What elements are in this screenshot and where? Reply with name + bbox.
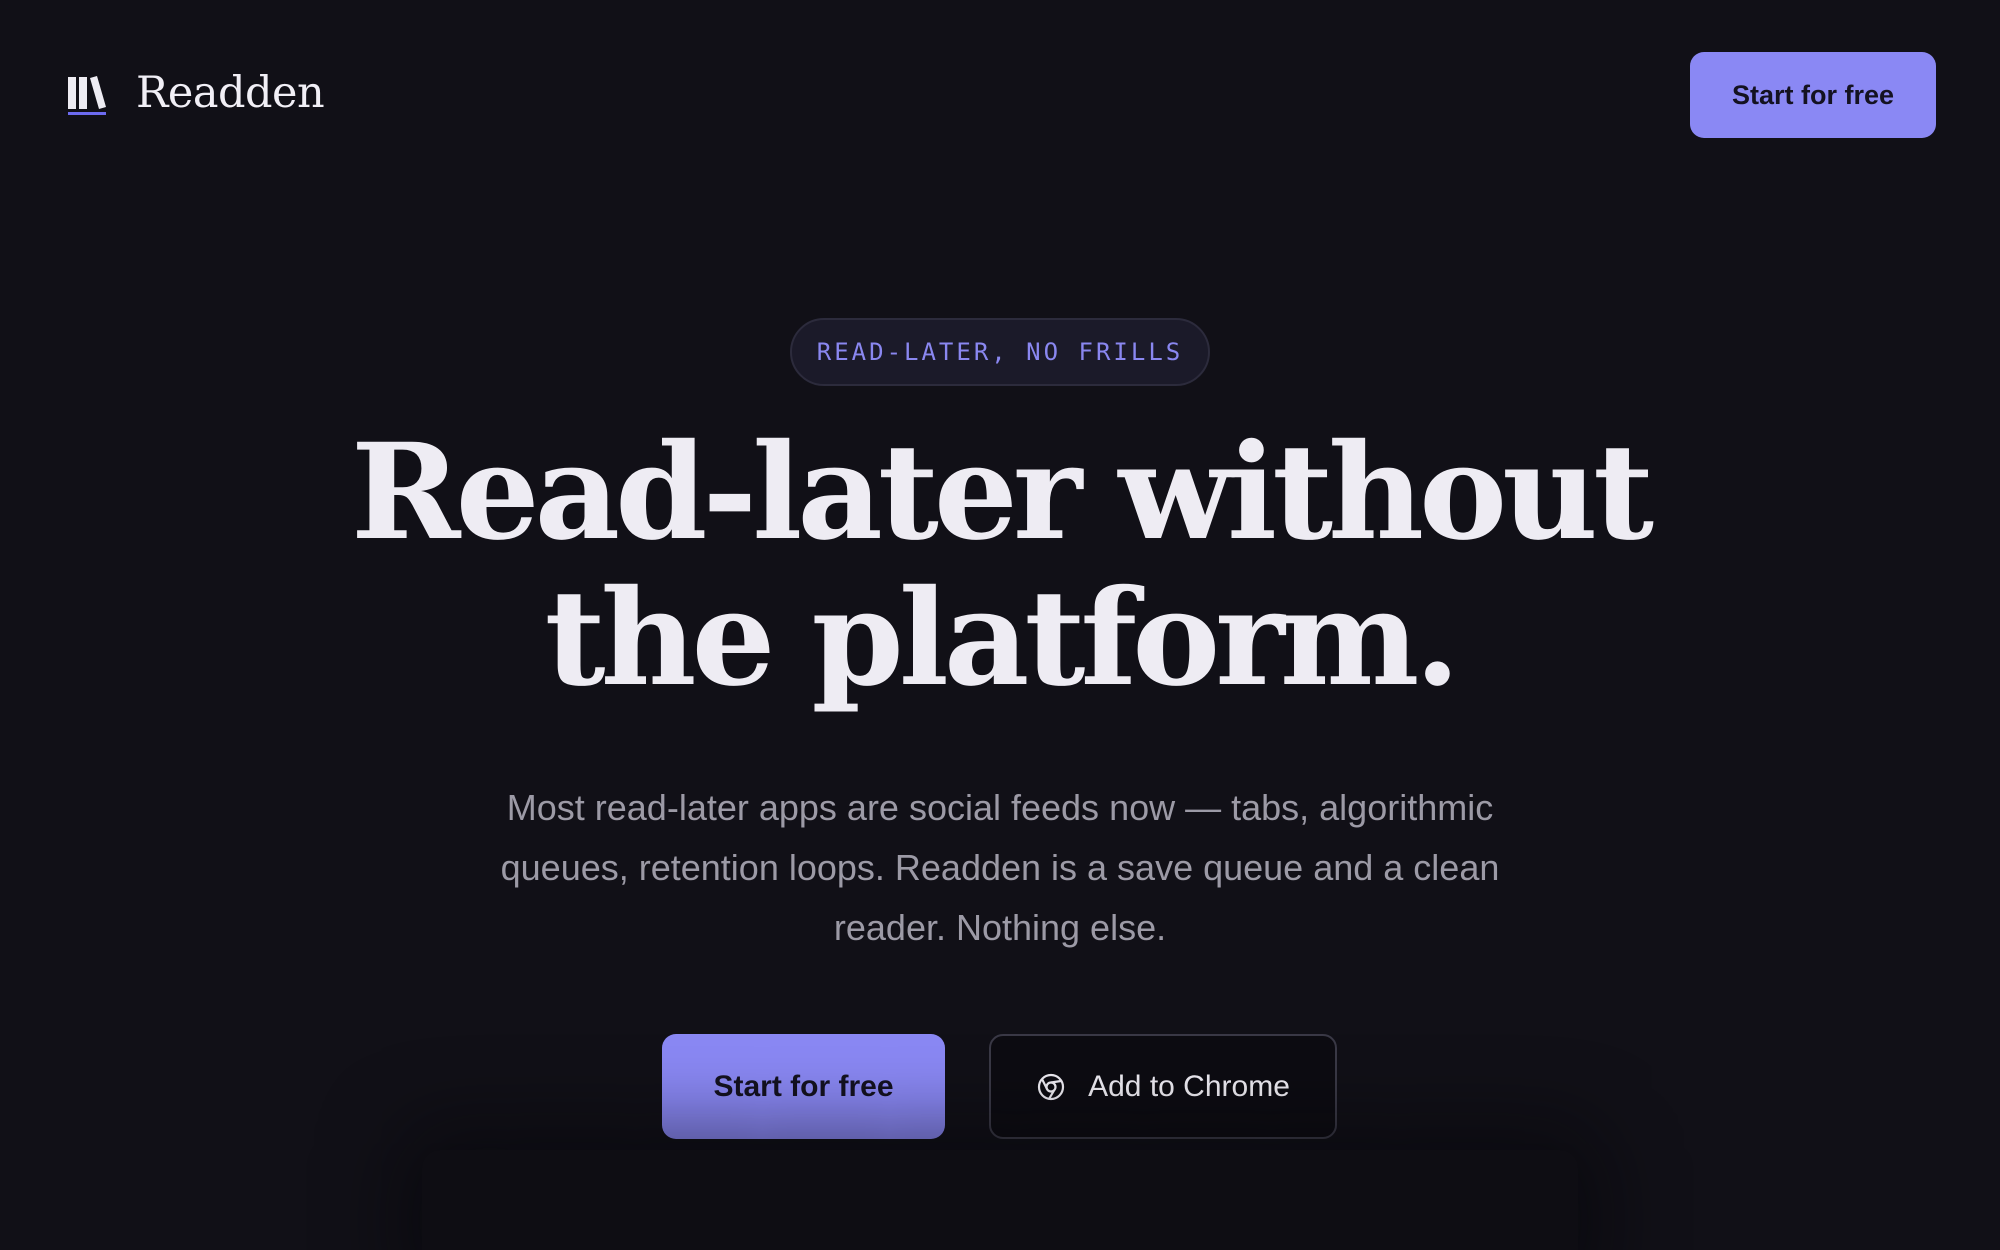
app-preview-panel (422, 1150, 1578, 1250)
headline-line-1: Read-later without (350, 415, 1654, 570)
landing-page: Readden Start for free READ-LATER, NO FR… (0, 0, 2000, 1250)
books-icon (68, 76, 106, 115)
hero-subtitle: Most read-later apps are social feeds no… (500, 787, 1500, 948)
eyebrow-badge: READ-LATER, NO FRILLS (790, 318, 1210, 386)
start-for-free-button[interactable]: Start for free (662, 1034, 945, 1139)
header-start-button[interactable]: Start for free (1690, 52, 1936, 138)
brand-name: Readden (136, 68, 325, 118)
chrome-icon (1038, 1073, 1065, 1100)
add-to-chrome-label: Add to Chrome (1088, 1069, 1290, 1103)
add-to-chrome-button[interactable]: Add to Chrome (989, 1034, 1337, 1139)
headline-line-2: the platform. (544, 561, 1461, 716)
hero-headline: Read-later without the platform. (250, 420, 1750, 712)
brand-logo[interactable]: Readden (66, 68, 325, 118)
